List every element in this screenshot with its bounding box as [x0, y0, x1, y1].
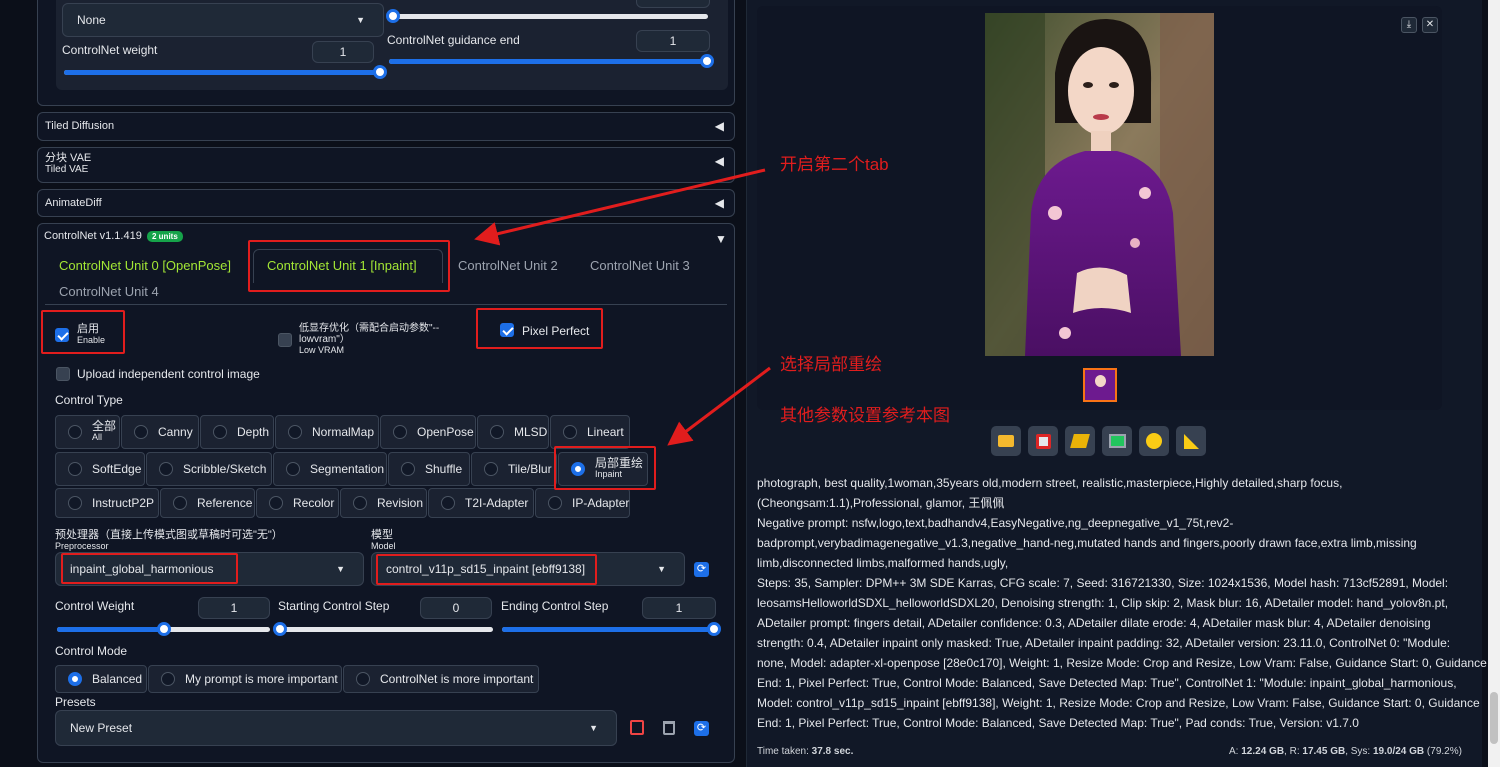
annotation-arrows	[474, 168, 771, 446]
arrow-to-tab	[474, 168, 766, 246]
arrow-to-inpaint	[667, 366, 771, 446]
scrollbar[interactable]	[1488, 0, 1500, 767]
scrollbar-thumb[interactable]	[1490, 692, 1498, 744]
